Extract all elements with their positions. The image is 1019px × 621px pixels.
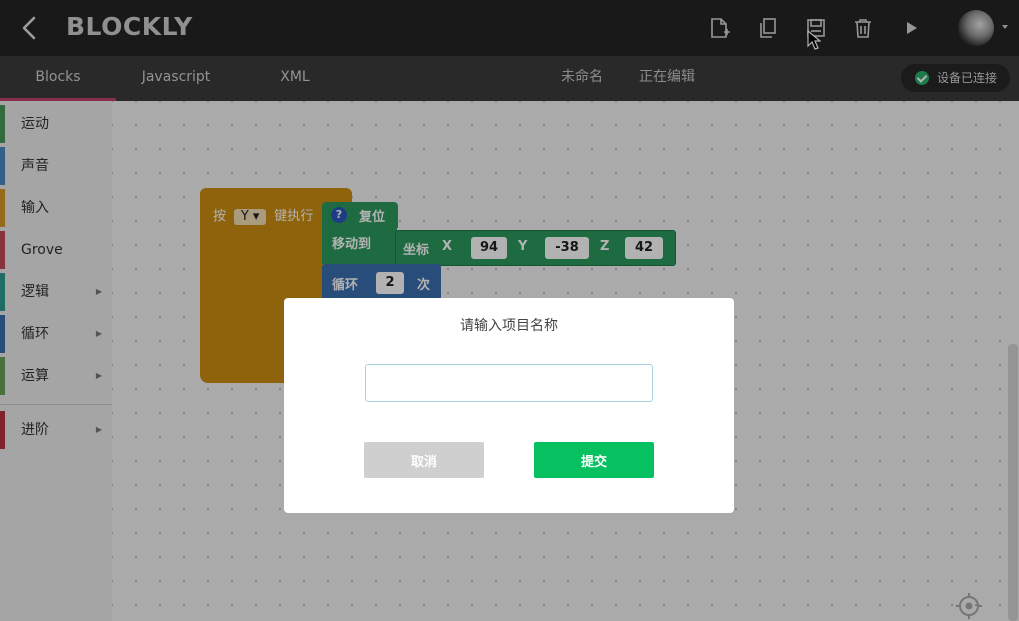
submit-button[interactable]: 提交: [534, 442, 654, 478]
cancel-button[interactable]: 取消: [364, 442, 484, 478]
project-name-dialog: 请输入项目名称 取消 提交: [284, 298, 734, 513]
project-name-input[interactable]: [365, 364, 653, 402]
dialog-title: 请输入项目名称: [460, 318, 558, 334]
